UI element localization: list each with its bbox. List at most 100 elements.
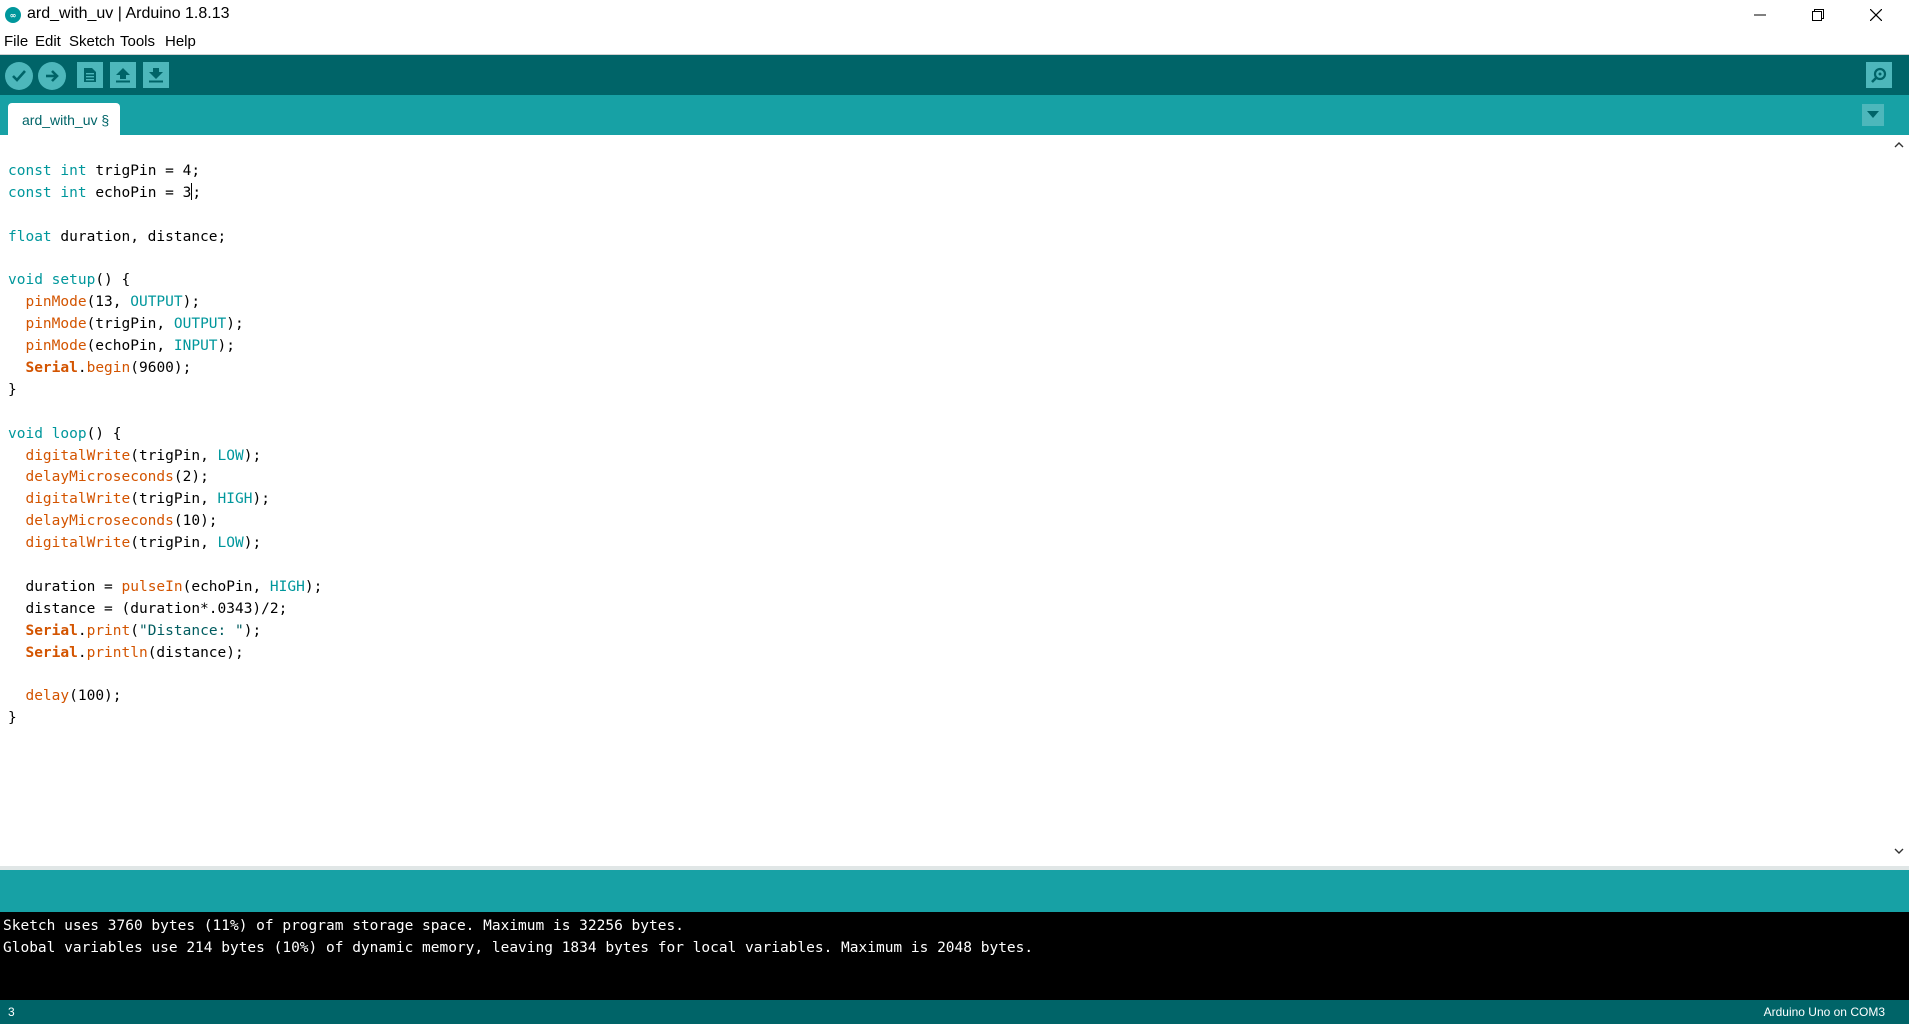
code-line[interactable] bbox=[8, 664, 322, 686]
console-line: Global variables use 214 bytes (10%) of … bbox=[3, 940, 1034, 956]
code-line[interactable]: digitalWrite(trigPin, LOW); bbox=[8, 446, 322, 468]
code-line[interactable]: pinMode(13, OUTPUT); bbox=[8, 292, 322, 314]
code-token: (13, bbox=[86, 294, 131, 311]
menu-file[interactable]: File bbox=[4, 33, 28, 50]
code-token: const bbox=[8, 184, 52, 201]
menu-sketch[interactable]: Sketch bbox=[69, 33, 115, 50]
verify-button[interactable] bbox=[5, 62, 33, 90]
code-line[interactable] bbox=[8, 205, 322, 227]
code-line[interactable]: delayMicroseconds(10); bbox=[8, 511, 322, 533]
code-line[interactable]: Serial.print("Distance: "); bbox=[8, 621, 322, 643]
code-line[interactable]: Serial.println(distance); bbox=[8, 643, 322, 665]
code-line[interactable]: distance = (duration*.0343)/2; bbox=[8, 599, 322, 621]
code-token: int bbox=[60, 184, 87, 201]
restore-button[interactable] bbox=[1790, 0, 1846, 30]
minimize-button[interactable] bbox=[1732, 0, 1788, 30]
tab-label: ard_with_uv § bbox=[22, 112, 110, 128]
close-button[interactable] bbox=[1848, 0, 1904, 30]
code-token: println bbox=[86, 644, 148, 661]
menu-edit[interactable]: Edit bbox=[35, 33, 61, 50]
code-token: (echoPin, bbox=[182, 578, 270, 595]
code-token: float bbox=[8, 228, 52, 245]
save-button[interactable] bbox=[143, 62, 169, 88]
new-icon bbox=[84, 68, 96, 82]
code-line[interactable]: const int trigPin = 4; bbox=[8, 161, 322, 183]
code-token: Serial bbox=[25, 644, 78, 661]
code-line[interactable]: } bbox=[8, 380, 322, 402]
code-token: const bbox=[8, 163, 52, 179]
code-token: pulseIn bbox=[121, 578, 183, 595]
line-number: 3 bbox=[8, 1005, 15, 1019]
code-token: ); bbox=[243, 535, 262, 552]
code-token: ( bbox=[130, 622, 139, 639]
code-line[interactable]: duration = pulseIn(echoPin, HIGH); bbox=[8, 577, 322, 599]
code-line[interactable]: Serial.begin(9600); bbox=[8, 358, 322, 380]
tab-ard-with-uv[interactable]: ard_with_uv § bbox=[8, 103, 120, 135]
code-line[interactable]: void loop() { bbox=[8, 424, 322, 446]
code-token: duration = bbox=[8, 578, 122, 595]
code-line[interactable]: pinMode(trigPin, OUTPUT); bbox=[8, 314, 322, 336]
window-title: ard_with_uv | Arduino 1.8.13 bbox=[27, 5, 230, 22]
console-line: Sketch uses 3760 bytes (11%) of program … bbox=[3, 918, 684, 934]
code-token: . bbox=[77, 622, 87, 639]
code-text[interactable]: const int trigPin = 4; const int echoPin … bbox=[8, 161, 322, 730]
code-line[interactable]: delayMicroseconds(2); bbox=[8, 467, 322, 489]
scroll-up-icon[interactable] bbox=[1889, 135, 1909, 155]
editor-scrollbar[interactable] bbox=[1889, 135, 1909, 863]
code-token: digitalWrite bbox=[25, 447, 131, 464]
arduino-logo-icon: ∞ bbox=[5, 7, 21, 23]
code-token: ); bbox=[217, 338, 236, 355]
code-token: (10); bbox=[173, 513, 218, 530]
serial-monitor-button[interactable] bbox=[1866, 62, 1892, 88]
menu-help[interactable]: Help bbox=[165, 33, 196, 50]
code-token: (trigPin, bbox=[86, 316, 174, 333]
code-token: print bbox=[86, 622, 131, 639]
code-token: . bbox=[77, 360, 87, 377]
code-line[interactable] bbox=[8, 555, 322, 577]
code-token: loop bbox=[51, 425, 87, 442]
code-token: OUTPUT bbox=[130, 294, 183, 311]
code-line[interactable]: const int echoPin = 3; bbox=[8, 182, 322, 205]
open-button[interactable] bbox=[110, 62, 136, 88]
code-token: LOW bbox=[217, 535, 244, 552]
menu-tools[interactable]: Tools bbox=[120, 33, 155, 50]
code-token: OUTPUT bbox=[173, 316, 227, 333]
code-token: } bbox=[8, 381, 17, 398]
code-token: delayMicroseconds bbox=[25, 469, 174, 486]
code-line[interactable]: digitalWrite(trigPin, LOW); bbox=[8, 533, 322, 555]
code-token: delayMicroseconds bbox=[25, 513, 174, 530]
code-line[interactable] bbox=[8, 249, 322, 271]
code-line[interactable]: digitalWrite(trigPin, HIGH); bbox=[8, 489, 322, 511]
save-icon bbox=[149, 68, 163, 83]
code-token: HIGH bbox=[217, 491, 253, 508]
upload-button[interactable] bbox=[38, 62, 66, 90]
scroll-down-icon[interactable] bbox=[1889, 841, 1909, 861]
board-info: Arduino Uno on COM3 bbox=[1763, 1005, 1885, 1019]
restore-icon bbox=[1812, 9, 1824, 21]
tab-menu-button[interactable] bbox=[1862, 104, 1884, 126]
code-token: (trigPin, bbox=[130, 491, 218, 508]
code-token: . bbox=[77, 644, 87, 661]
code-line[interactable]: } bbox=[8, 708, 322, 730]
code-token: } bbox=[8, 710, 17, 727]
code-editor[interactable]: const int trigPin = 4; const int echoPin … bbox=[0, 135, 1889, 863]
code-line[interactable]: void setup() { bbox=[8, 270, 322, 292]
code-line[interactable]: float duration, distance; bbox=[8, 227, 322, 249]
code-token: HIGH bbox=[269, 578, 305, 595]
new-button[interactable] bbox=[77, 62, 103, 88]
code-line[interactable] bbox=[8, 402, 322, 424]
code-token: (9600); bbox=[130, 360, 192, 377]
code-token: INPUT bbox=[173, 338, 218, 355]
code-line[interactable]: pinMode(echoPin, INPUT); bbox=[8, 336, 322, 358]
code-token: ); bbox=[252, 491, 270, 508]
code-line[interactable]: delay(100); bbox=[8, 686, 322, 708]
code-token: (100); bbox=[69, 688, 122, 705]
code-token: pinMode bbox=[25, 294, 87, 311]
verify-icon bbox=[12, 70, 26, 82]
